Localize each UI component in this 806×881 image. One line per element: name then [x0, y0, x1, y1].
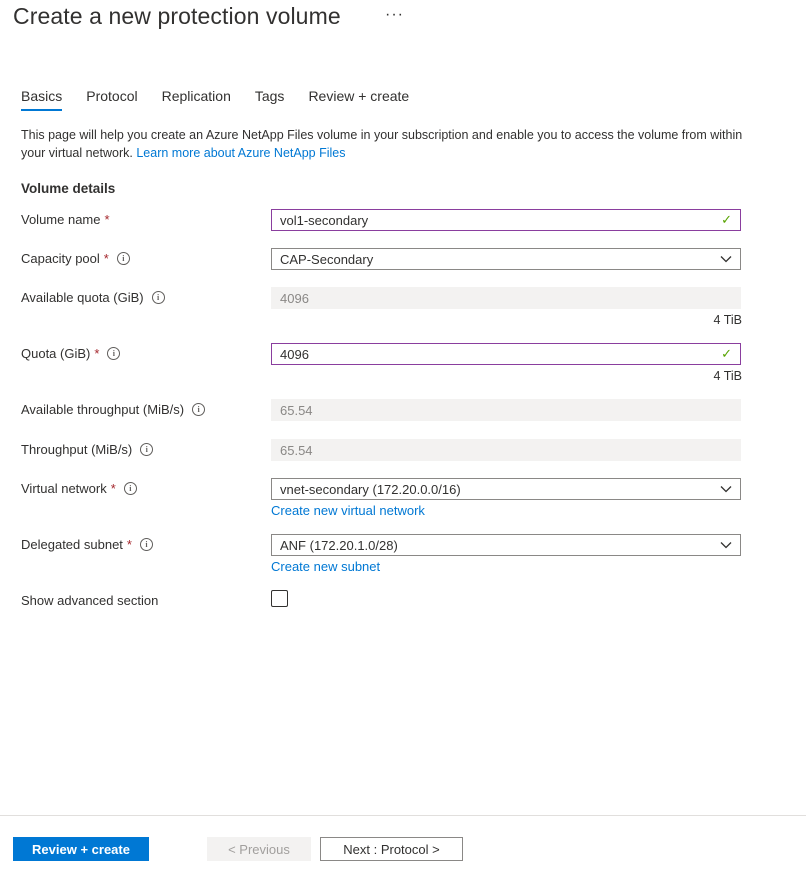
tab-tags[interactable]: Tags — [255, 88, 285, 111]
page-title: Create a new protection volume — [13, 3, 341, 29]
tab-bar: Basics Protocol Replication Tags Review … — [21, 88, 433, 111]
volume-name-label: Volume name * — [21, 212, 110, 227]
intro-text: This page will help you create an Azure … — [21, 128, 743, 160]
available-throughput-value: 65.54 — [280, 402, 313, 418]
info-icon[interactable]: i — [192, 403, 206, 416]
quota-label-text: Quota (GiB) — [21, 346, 91, 361]
section-title: Volume details — [21, 181, 116, 196]
chevron-down-icon — [720, 256, 732, 263]
valid-check-icon: ✓ — [721, 212, 732, 227]
throughput-field: 65.54 — [271, 439, 741, 461]
available-throughput-field: 65.54 — [271, 399, 741, 421]
volume-name-value: vol1-secondary — [280, 212, 369, 228]
available-quota-label-text: Available quota (GiB) — [21, 290, 144, 305]
create-subnet-link[interactable]: Create new subnet — [271, 559, 380, 574]
required-marker: * — [104, 212, 110, 227]
capacity-pool-value: CAP-Secondary — [280, 251, 374, 267]
throughput-label: Throughput (MiB/s) i — [21, 442, 154, 457]
previous-button[interactable]: < Previous — [207, 837, 311, 861]
required-marker: * — [126, 537, 132, 552]
delegated-subnet-label: Delegated subnet * i — [21, 537, 153, 552]
show-advanced-checkbox[interactable] — [271, 590, 288, 607]
available-quota-unit: 4 TiB — [713, 313, 743, 327]
virtual-network-label-text: Virtual network — [21, 481, 107, 496]
required-marker: * — [94, 346, 100, 361]
show-advanced-label: Show advanced section — [21, 593, 158, 608]
volume-name-input[interactable]: vol1-secondary ✓ — [271, 209, 741, 231]
virtual-network-dropdown[interactable]: vnet-secondary (172.20.0.0/16) — [271, 478, 741, 500]
info-icon[interactable]: i — [123, 482, 137, 495]
quota-unit: 4 TiB — [713, 369, 743, 383]
throughput-label-text: Throughput (MiB/s) — [21, 442, 133, 457]
tab-replication[interactable]: Replication — [162, 88, 231, 111]
show-advanced-label-text: Show advanced section — [21, 593, 159, 608]
create-virtual-network-link[interactable]: Create new virtual network — [271, 503, 425, 518]
required-marker: * — [103, 251, 109, 266]
capacity-pool-dropdown[interactable]: CAP-Secondary — [271, 248, 741, 270]
info-icon[interactable]: i — [139, 538, 153, 551]
capacity-pool-label-text: Capacity pool — [21, 251, 100, 266]
info-icon[interactable]: i — [107, 347, 121, 360]
chevron-down-icon — [720, 542, 732, 549]
intro-description: This page will help you create an Azure … — [21, 126, 761, 162]
info-icon[interactable]: i — [140, 443, 154, 456]
virtual-network-label: Virtual network * i — [21, 481, 137, 496]
quota-input[interactable]: 4096 ✓ — [271, 343, 741, 365]
info-icon[interactable]: i — [151, 291, 165, 304]
review-create-button[interactable]: Review + create — [13, 837, 149, 861]
available-throughput-label-text: Available throughput (MiB/s) — [21, 402, 185, 417]
throughput-value: 65.54 — [280, 442, 313, 458]
volume-name-label-text: Volume name — [21, 212, 101, 227]
learn-more-link[interactable]: Learn more about Azure NetApp Files — [136, 146, 345, 160]
tab-protocol[interactable]: Protocol — [86, 88, 137, 111]
virtual-network-value: vnet-secondary (172.20.0.0/16) — [280, 481, 461, 497]
tab-basics[interactable]: Basics — [21, 88, 63, 111]
footer-divider — [0, 815, 806, 816]
valid-check-icon: ✓ — [721, 346, 732, 361]
available-throughput-label: Available throughput (MiB/s) i — [21, 402, 206, 417]
required-marker: * — [110, 481, 116, 496]
quota-label: Quota (GiB) * i — [21, 346, 121, 361]
available-quota-field: 4096 — [271, 287, 741, 309]
chevron-down-icon — [720, 486, 732, 493]
delegated-subnet-dropdown[interactable]: ANF (172.20.1.0/28) — [271, 534, 741, 556]
more-options-button[interactable]: ··· — [385, 6, 404, 24]
quota-value: 4096 — [280, 346, 309, 362]
next-protocol-button[interactable]: Next : Protocol > — [320, 837, 463, 861]
available-quota-value: 4096 — [280, 290, 309, 306]
capacity-pool-label: Capacity pool * i — [21, 251, 130, 266]
available-quota-label: Available quota (GiB) i — [21, 290, 165, 305]
info-icon[interactable]: i — [116, 252, 130, 265]
delegated-subnet-value: ANF (172.20.1.0/28) — [280, 537, 398, 553]
tab-review-create[interactable]: Review + create — [308, 88, 409, 111]
delegated-subnet-label-text: Delegated subnet — [21, 537, 123, 552]
